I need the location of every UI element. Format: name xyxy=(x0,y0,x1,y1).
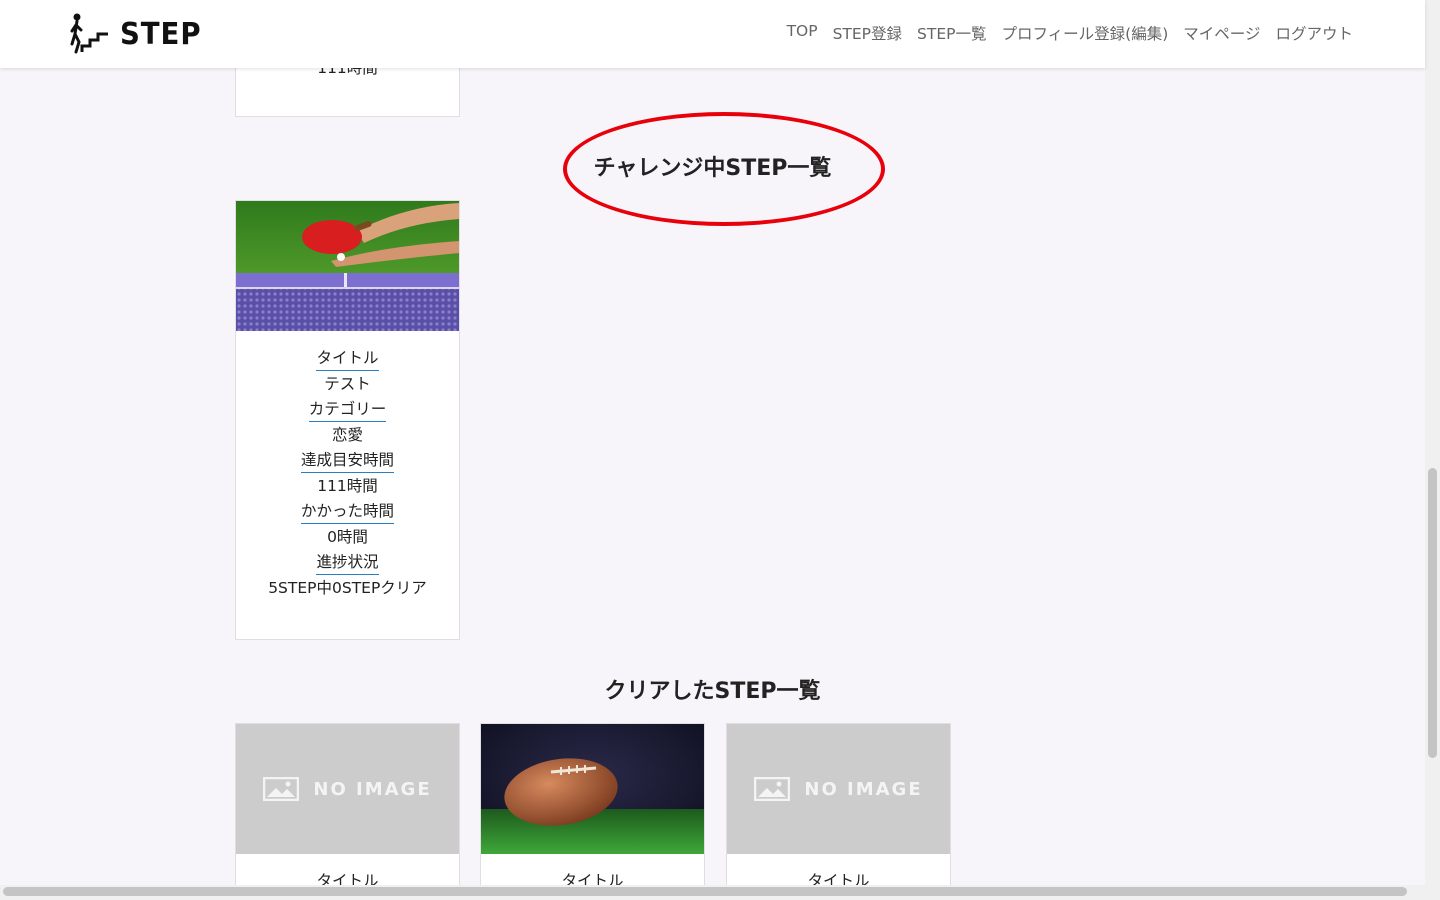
horizontal-scrollbar-thumb[interactable] xyxy=(3,887,1407,896)
no-image-text: NO IMAGE xyxy=(313,778,432,800)
no-image-placeholder: NO IMAGE xyxy=(727,724,950,854)
table-tennis-image xyxy=(236,201,459,331)
card-body: タイトル テスト カテゴリー 恋愛 達成目安時間 111時間 かかった時間 0時… xyxy=(236,331,459,598)
field-value-target-time: 111時間 xyxy=(317,477,378,495)
step-card-challenge[interactable]: タイトル テスト カテゴリー 恋愛 達成目安時間 111時間 かかった時間 0時… xyxy=(235,200,460,640)
red-annotation-circle xyxy=(563,112,885,226)
stairs-runner-icon xyxy=(70,13,108,54)
football-image xyxy=(481,724,704,854)
nav-step-list[interactable]: STEP一覧 xyxy=(917,22,986,44)
step-card-cleared[interactable]: NO IMAGE タイトル xyxy=(726,723,951,893)
image-icon xyxy=(263,777,300,801)
field-label-spent-time: かかった時間 xyxy=(300,501,394,524)
step-card-cleared[interactable]: タイトル xyxy=(480,723,705,893)
cleared-section-title: クリアしたSTEP一覧 xyxy=(604,679,821,704)
field-value-progress: 5STEP中0STEPクリア xyxy=(268,579,427,597)
field-label-target-time: 達成目安時間 xyxy=(300,450,394,473)
field-value-spent-time: 0時間 xyxy=(327,528,368,546)
site-logo[interactable]: STEP xyxy=(68,12,209,56)
image-icon xyxy=(754,777,791,801)
logo-text: STEP xyxy=(120,16,202,52)
nav-top[interactable]: TOP xyxy=(787,22,818,44)
field-label-title: タイトル xyxy=(316,348,379,371)
nav-logout[interactable]: ログアウト xyxy=(1275,22,1353,44)
nav-mypage[interactable]: マイページ xyxy=(1183,22,1260,44)
nav-profile-edit[interactable]: プロフィール登録(編集) xyxy=(1001,22,1168,44)
field-label-category: カテゴリー xyxy=(308,399,387,422)
field-value-title: テスト xyxy=(324,375,371,393)
vertical-scrollbar-thumb[interactable] xyxy=(1428,468,1437,758)
site-header: STEP TOP STEP登録 STEP一覧 プロフィール登録(編集) マイペー… xyxy=(0,0,1425,68)
field-value-category: 恋愛 xyxy=(331,426,363,444)
field-label-progress: 進捗状況 xyxy=(316,552,379,575)
no-image-text: NO IMAGE xyxy=(804,778,923,800)
nav-step-register[interactable]: STEP登録 xyxy=(833,22,902,44)
no-image-placeholder: NO IMAGE xyxy=(236,724,459,854)
step-card-cleared[interactable]: NO IMAGE タイトル xyxy=(235,723,460,893)
main-nav: TOP STEP登録 STEP一覧 プロフィール登録(編集) マイページ ログア… xyxy=(787,22,1353,44)
